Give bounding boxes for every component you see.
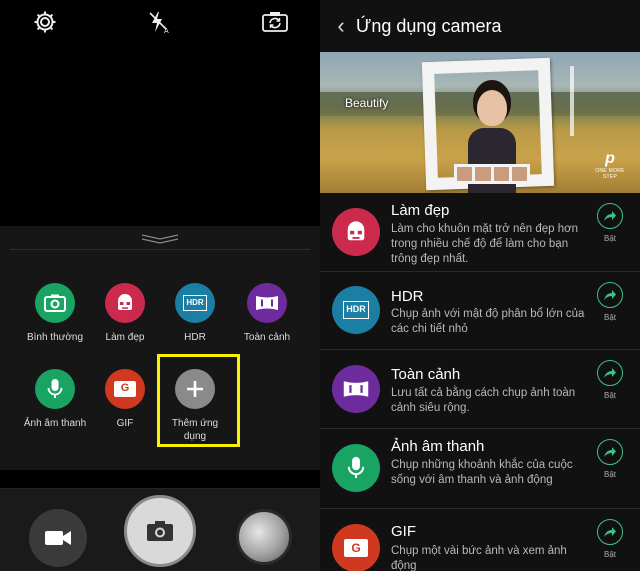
app-item-hdr[interactable]: HDR HDR Chụp ảnh với mật độ phân bổ lớn …: [320, 272, 640, 350]
camera-screen: A Bình thường Làm đẹp HDR HDR Toàn cảnh …: [0, 0, 320, 571]
banner-person-head: [477, 90, 507, 126]
gallery-thumbnail[interactable]: [236, 509, 292, 565]
app-item-gif-name: GIF: [391, 523, 416, 540]
mode-audio-circle: [35, 369, 75, 409]
app-item-panorama-enable[interactable]: Bật: [596, 360, 624, 400]
app-item-panorama[interactable]: Toàn cảnh Lưu tất cả bằng cách chụp ảnh …: [320, 350, 640, 429]
banner-thumb: [511, 167, 527, 181]
app-item-audio-icon: [332, 444, 380, 492]
page-title: Ứng dụng camera: [356, 15, 502, 36]
video-record-button[interactable]: [29, 509, 87, 567]
banner-thumb-strip: [454, 164, 530, 184]
app-item-beauty-name: Làm đẹp: [391, 202, 450, 219]
app-item-audio-name: Ảnh âm thanh: [391, 438, 485, 455]
beauty-face-icon: [118, 294, 132, 310]
app-item-hdr-enable[interactable]: Bật: [596, 282, 624, 322]
camera-shutter-icon: [147, 521, 173, 541]
app-item-gif-icon: G: [332, 524, 380, 571]
app-item-hdr-enable-label: Bật: [603, 313, 616, 322]
app-item-audio-photo[interactable]: Ảnh âm thanh Chụp những khoảnh khắc của …: [320, 429, 640, 509]
camera-viewfinder[interactable]: [0, 44, 320, 226]
brand-tagline: ONE MORE STEP: [595, 168, 625, 180]
app-item-audio-desc: Chụp những khoảnh khắc của cuộc sống với…: [391, 459, 573, 486]
mode-panorama-circle: [247, 283, 287, 323]
switch-camera-icon[interactable]: [261, 8, 289, 36]
camera-top-bar: A: [0, 0, 320, 44]
app-item-audio-enable-label: Bật: [603, 470, 616, 479]
brand-logo: p ONE MORE STEP: [588, 150, 632, 180]
mode-hdr[interactable]: HDR HDR: [155, 283, 235, 344]
panorama-icon: [343, 381, 369, 397]
flash-auto-icon[interactable]: A: [145, 8, 173, 36]
settings-gear-icon[interactable]: [31, 8, 59, 36]
video-camera-icon: [45, 531, 71, 545]
app-item-gif-enable[interactable]: Bật: [596, 519, 624, 559]
mode-hdr-circle: HDR: [175, 283, 215, 323]
gif-icon: G: [114, 381, 136, 397]
collapse-handle[interactable]: [10, 226, 310, 250]
camera-icon: [44, 294, 66, 312]
share-arrow-icon: [597, 282, 623, 308]
svg-text:A: A: [164, 28, 169, 34]
chevron-down-icon: [141, 233, 179, 244]
share-arrow-icon: [597, 439, 623, 465]
add-app-highlight-box: [157, 354, 240, 447]
app-item-gif[interactable]: G GIF Chụp một vài bức ảnh và xem ảnh độ…: [320, 509, 640, 571]
hdr-icon: HDR: [183, 295, 207, 311]
panorama-icon: [256, 296, 278, 310]
mode-gif-label: GIF: [116, 418, 134, 429]
microphone-icon: [47, 379, 63, 398]
camera-apps-screen: ‹ Ứng dụng camera Beautify p ONE MORE ST…: [320, 0, 640, 571]
app-item-beauty-enable[interactable]: Bật: [596, 203, 624, 243]
camera-apps-header: ‹ Ứng dụng camera: [320, 0, 640, 52]
share-arrow-icon: [597, 203, 623, 229]
mode-beauty-label: Làm đẹp: [105, 332, 145, 343]
app-item-audio-enable[interactable]: Bật: [596, 439, 624, 479]
back-chevron-icon[interactable]: ‹: [326, 13, 356, 39]
app-item-hdr-desc: Chụp ảnh với mật độ phân bổ lớn của các …: [391, 308, 585, 335]
banner-thumb: [457, 167, 473, 181]
app-item-panorama-name: Toàn cảnh: [391, 366, 461, 383]
banner-thumb: [475, 167, 491, 181]
mode-audio-photo[interactable]: Ảnh âm thanh: [15, 369, 95, 430]
banner-thumb: [493, 167, 509, 181]
app-item-beauty-icon: [332, 208, 380, 256]
mode-normal-circle: [35, 283, 75, 323]
app-item-gif-desc: Chụp một vài bức ảnh và xem ảnh động: [391, 545, 567, 571]
app-item-beauty-desc: Làm cho khuôn mặt trở nên đẹp hơn trong …: [391, 223, 579, 265]
app-item-beauty[interactable]: Làm đẹp Làm cho khuôn mặt trở nên đẹp hơ…: [320, 193, 640, 272]
mode-hdr-label: HDR: [184, 332, 206, 343]
mode-panorama-label: Toàn cảnh: [243, 332, 291, 343]
mode-normal[interactable]: Bình thường: [15, 283, 95, 344]
feature-banner[interactable]: Beautify p ONE MORE STEP: [320, 52, 640, 193]
shutter-button[interactable]: [124, 495, 196, 567]
share-arrow-icon: [597, 519, 623, 545]
mode-panorama[interactable]: Toàn cảnh: [227, 283, 307, 344]
mode-gif-circle: G: [105, 369, 145, 409]
app-item-hdr-icon: HDR: [332, 286, 380, 334]
camera-bottom-bar: [0, 488, 320, 571]
share-arrow-icon: [597, 360, 623, 386]
mode-normal-label: Bình thường: [26, 332, 84, 343]
app-item-gif-enable-label: Bật: [603, 550, 616, 559]
gif-icon: G: [344, 539, 368, 557]
banner-label: Beautify: [345, 96, 389, 110]
app-item-panorama-desc: Lưu tất cả bằng cách chụp ảnh toàn cảnh …: [391, 387, 576, 414]
mode-gif[interactable]: G GIF: [85, 369, 165, 430]
app-item-beauty-enable-label: Bật: [603, 234, 616, 243]
banner-slider: [570, 66, 574, 136]
beauty-face-icon: [347, 221, 365, 241]
mode-audio-label: Ảnh âm thanh: [23, 418, 87, 429]
app-item-panorama-enable-label: Bật: [603, 391, 616, 400]
microphone-icon: [347, 456, 365, 478]
mode-beauty[interactable]: Làm đẹp: [85, 283, 165, 344]
app-item-hdr-name: HDR: [391, 288, 424, 305]
app-item-panorama-icon: [332, 365, 380, 413]
mode-beauty-circle: [105, 283, 145, 323]
hdr-icon: HDR: [343, 301, 369, 319]
brand-logo-mark: p: [605, 150, 615, 167]
